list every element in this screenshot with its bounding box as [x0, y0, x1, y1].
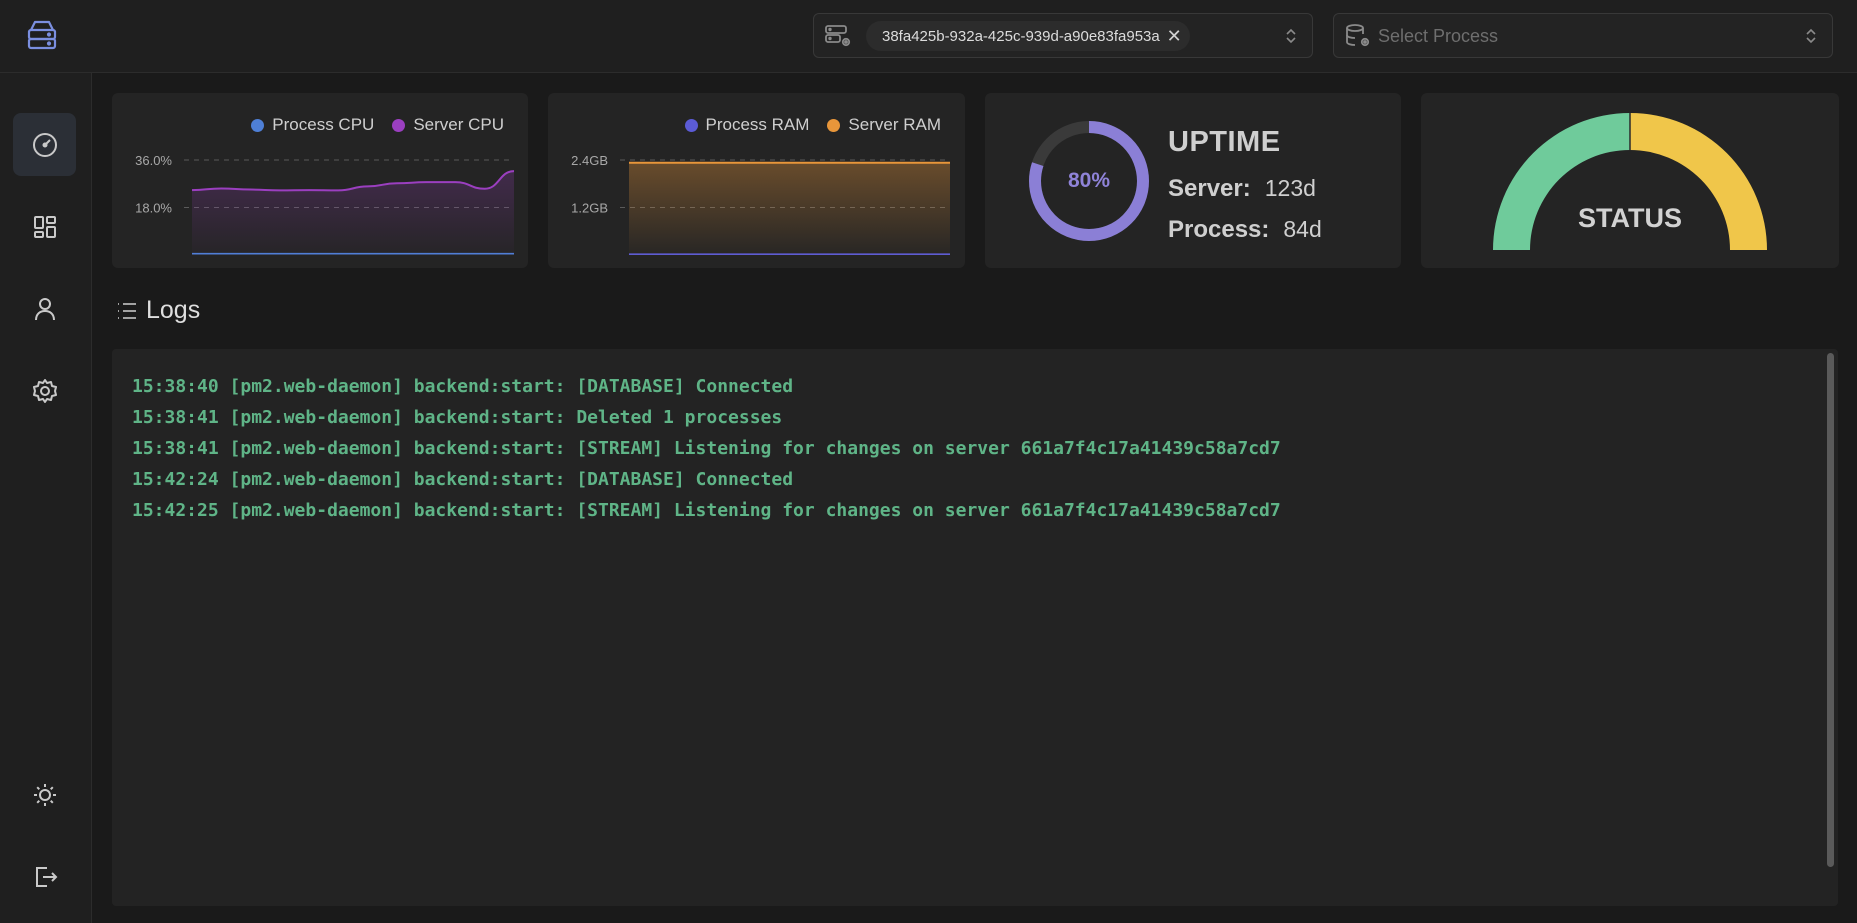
chevron-updown-icon — [1286, 28, 1296, 44]
legend-label: Process RAM — [705, 115, 810, 134]
status-label: STATUS — [1578, 203, 1682, 233]
logs-header: Logs — [116, 296, 200, 325]
log-line: 15:38:41 [pm2.web-daemon] backend:start:… — [132, 438, 1281, 459]
sidebar — [0, 73, 92, 923]
server-gear-icon — [825, 25, 851, 47]
log-line: 15:42:25 [pm2.web-daemon] backend:start:… — [132, 500, 1281, 521]
legend-process-ram[interactable]: Process RAM — [684, 115, 810, 135]
log-line: 15:38:41 [pm2.web-daemon] backend:start:… — [132, 407, 783, 428]
legend-process-cpu[interactable]: Process CPU — [251, 115, 374, 135]
dashboard-grid-icon — [33, 215, 56, 238]
nav-overview[interactable] — [13, 195, 76, 258]
logout-icon — [35, 866, 57, 887]
legend-server-cpu[interactable]: Server CPU — [392, 115, 504, 135]
sun-icon — [33, 783, 56, 806]
status-card: STATUS — [1421, 93, 1839, 268]
selected-server-chip: 38fa425b-932a-425c-939d-a90e83fa953a ✕ — [866, 21, 1190, 51]
gear-icon — [32, 378, 57, 403]
log-lines: 15:38:40 [pm2.web-daemon] backend:start:… — [132, 371, 1818, 526]
theme-toggle-button[interactable] — [13, 763, 76, 826]
y-tick-label: 18.0% — [135, 201, 172, 216]
legend-server-ram[interactable]: Server RAM — [827, 115, 941, 135]
logs-scrollbar[interactable] — [1827, 353, 1834, 867]
process-select-placeholder: Select Process — [1378, 26, 1499, 46]
gauge-icon — [32, 132, 57, 157]
y-tick-label: 1.2GB — [571, 201, 608, 216]
log-line: 15:38:40 [pm2.web-daemon] backend:start:… — [132, 376, 794, 397]
series-area — [629, 162, 950, 255]
uptime-card: 80% UPTIME Server: 123d Process: 84d — [985, 93, 1401, 268]
server-uptime-value: 123d — [1264, 175, 1316, 201]
y-tick-label: 2.4GB — [571, 153, 608, 168]
ram-legend: Process RAM Server RAM — [684, 115, 941, 135]
uptime-title: UPTIME — [1168, 126, 1281, 158]
database-gear-icon — [1346, 24, 1370, 47]
legend-label: Server RAM — [848, 115, 941, 134]
cpu-chart-card: 36.0% 18.0% Process CPU Server CPU — [112, 93, 528, 268]
process-select[interactable]: Select Process — [1333, 13, 1833, 58]
legend-label: Process CPU — [272, 115, 375, 134]
process-uptime-value: 84d — [1283, 216, 1322, 242]
list-icon — [118, 302, 136, 319]
process-uptime-label: Process: — [1168, 216, 1270, 243]
logout-button[interactable] — [13, 845, 76, 908]
process-uptime-row: Process: 84d — [1168, 216, 1322, 244]
server-uptime-label: Server: — [1168, 175, 1251, 202]
logs-title: Logs — [146, 296, 201, 324]
nav-dashboard-gauge[interactable] — [13, 113, 76, 176]
uptime-percent: 80% — [1067, 169, 1111, 192]
log-line: 15:42:24 [pm2.web-daemon] backend:start:… — [132, 469, 794, 490]
server-stack-icon[interactable] — [24, 18, 60, 54]
status-gauge — [1493, 113, 1767, 250]
chevron-updown-icon — [1806, 28, 1816, 44]
cpu-legend: Process CPU Server CPU — [251, 115, 504, 135]
y-tick-label: 36.0% — [135, 153, 172, 168]
server-uptime-row: Server: 123d — [1168, 175, 1316, 203]
top-bar: 38fa425b-932a-425c-939d-a90e83fa953a ✕ S… — [0, 0, 1857, 73]
legend-label: Server CPU — [413, 115, 504, 134]
server-select[interactable]: 38fa425b-932a-425c-939d-a90e83fa953a ✕ — [813, 13, 1313, 58]
nav-settings[interactable] — [13, 359, 76, 422]
ram-chart-card: 2.4GB 1.2GB Process RAM Server RAM — [548, 93, 965, 268]
user-icon — [34, 297, 55, 320]
clear-server-icon[interactable]: ✕ — [1167, 27, 1182, 45]
logs-panel[interactable]: 15:38:40 [pm2.web-daemon] backend:start:… — [112, 349, 1838, 906]
nav-users[interactable] — [13, 277, 76, 340]
selected-server-id: 38fa425b-932a-425c-939d-a90e83fa953a — [882, 27, 1160, 45]
